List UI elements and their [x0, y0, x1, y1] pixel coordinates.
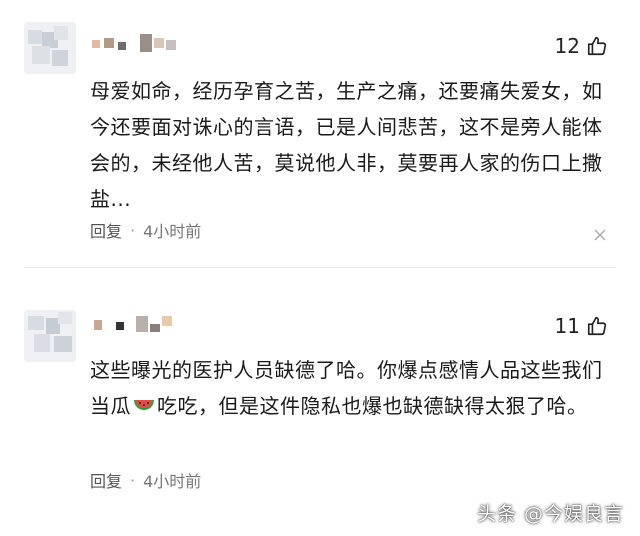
watermelon-icon — [134, 400, 154, 410]
thumbs-up-icon — [587, 316, 607, 336]
like-count: 11 — [554, 314, 580, 338]
watermark: 头条 @今娱良言 — [476, 503, 624, 525]
timestamp: 4小时前 — [143, 472, 202, 491]
like-button[interactable]: 11 — [555, 312, 608, 340]
separator: · — [130, 220, 136, 240]
comment-item: 11 这些曝光的医护人员缺德了哈。你爆点感情人品这些我们当瓜 吃吃，但是这件隐私… — [0, 268, 640, 536]
timestamp: 4小时前 — [143, 222, 202, 241]
avatar[interactable] — [24, 22, 76, 74]
comment-item: 12 母爱如命，经历孕育之苦，生产之痛，还要痛失爱女，如今还要面对诛心的言语，已… — [0, 0, 640, 268]
like-count: 12 — [554, 34, 580, 58]
comment-text-part-2: 吃吃，但是这件隐私也爆也缺德缺得太狠了哈。 — [157, 394, 588, 418]
like-button[interactable]: 12 — [555, 32, 608, 60]
separator: · — [130, 470, 136, 490]
comment-text: 这些曝光的医护人员缺德了哈。你爆点感情人品这些我们当瓜 吃吃，但是这件隐私也爆也… — [90, 352, 622, 424]
reply-button[interactable]: 回复 — [90, 218, 122, 242]
close-icon[interactable] — [594, 229, 606, 241]
reply-button[interactable]: 回复 — [90, 468, 122, 492]
thumbs-up-icon — [587, 36, 607, 56]
avatar[interactable] — [24, 310, 76, 362]
comment-meta: 回复 · 4小时前 — [90, 468, 201, 492]
comment-meta: 回复 · 4小时前 — [90, 218, 201, 242]
comment-text: 母爱如命，经历孕育之苦，生产之痛，还要痛失爱女，如今还要面对诛心的言语，已是人间… — [90, 79, 603, 211]
